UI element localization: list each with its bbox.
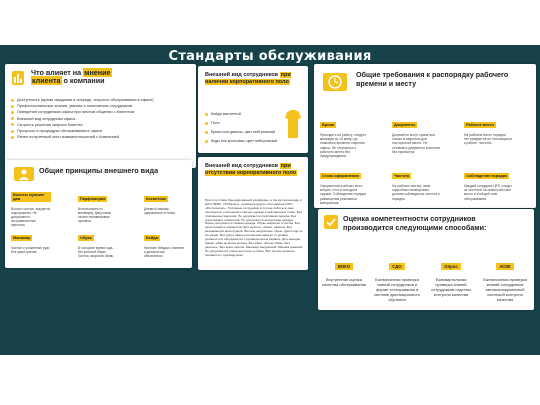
list-item: Ранее полученный опыт взаимоотношений с … (11, 134, 154, 140)
requirement-documents: Документы Документы могут храниться тольк… (392, 122, 440, 154)
competence-assessment-card: Оценка компетентности сотрудников произв… (318, 209, 534, 310)
chart-icon (12, 71, 24, 85)
principle-shoes: Обувь В холодное время года - без уличной… (78, 235, 115, 259)
competence-assessment-title: Оценка компетентности сотрудников произв… (343, 214, 487, 232)
appearance-principles-card: Общие принципы внешнего вида Волосы мужч… (5, 160, 192, 268)
requirement-workplace: Рабочее место На рабочем месте порядок, н… (464, 122, 512, 146)
polo-shirt-illustration (284, 108, 302, 144)
principle-cosmetics: Косметика Дневной макияж, сдержанные отте… (144, 196, 176, 216)
list-item: Поло (205, 119, 277, 128)
appearance-with-polo-card: Внешний вид сотрудников при наличии корп… (198, 66, 308, 153)
person-icon (14, 167, 34, 181)
appearance-with-polo-list: Бейдж магнитный Поло Брюки или джинсы, ц… (205, 110, 277, 146)
assessment-method-sdo: СДО Ежемесячная проверка знаний сотрудник… (373, 263, 421, 303)
requirement-cleanliness: Чистота На рабочих местах, зале, подсобны… (392, 173, 440, 201)
requirement-table-design: Стола оформления Оформление рабочих мест,… (320, 173, 366, 205)
appearance-without-polo-text: При отсутствии брендированной униформы, … (205, 198, 303, 257)
assessment-method-voko: ВОКО Внутренняя оценка качества обслужива… (321, 263, 367, 288)
slide-title: Стандарты обслуживания (168, 49, 372, 64)
assessment-method-askk: АСКК Ежемесячная проверка знаний сотрудни… (483, 263, 527, 303)
work-schedule-requirements-card: Общие требования к распорядку рабочего в… (314, 64, 536, 208)
principle-manicure: Маникюр Чистые и ухоженные руки. Без ярки… (11, 235, 51, 255)
clock-icon (323, 73, 347, 91)
appearance-without-polo-card: Внешний вид сотрудников при отсутствии к… (198, 157, 308, 270)
list-item: Брюки или джинсы, цвет нейтральный (205, 128, 277, 137)
principle-perfume: Парфюмерия Использовать по минимуму. Допу… (78, 196, 112, 224)
requirement-order: Соблюдение порядка Каждый сотрудник ЦРО с… (464, 173, 512, 201)
appearance-without-polo-title: Внешний вид сотрудников при отсутствии к… (205, 163, 298, 176)
checklist-icon (324, 215, 338, 229)
client-opinion-list: Доступность (время ожидания в очереди, с… (11, 97, 154, 140)
list-item: Бейдж магнитный (205, 110, 277, 119)
client-opinion-card: Что влияет на мнение клиента о компании … (5, 64, 196, 168)
list-item: Кеды или кроссовки, цвет нейтральный (205, 137, 277, 146)
client-opinion-title: Что влияет на мнение клиента о компании (31, 68, 112, 86)
appearance-principles-title: Общие принципы внешнего вида (39, 166, 159, 175)
requirement-time: Время Приходить на работу, следует миниму… (320, 122, 367, 159)
principle-badge: Бейдж Наличие бейджа с именем и должность… (144, 235, 184, 259)
appearance-with-polo-title: Внешний вид сотрудников при наличии корп… (205, 72, 291, 85)
assessment-method-survey: Опрос Ежеквартальная проверка знаний сотр… (431, 263, 471, 298)
principle-hair: Волосы мужчин/дам Волосы чистые, аккуратн… (11, 192, 51, 228)
work-schedule-title: Общие требования к распорядку рабочего в… (356, 70, 509, 88)
